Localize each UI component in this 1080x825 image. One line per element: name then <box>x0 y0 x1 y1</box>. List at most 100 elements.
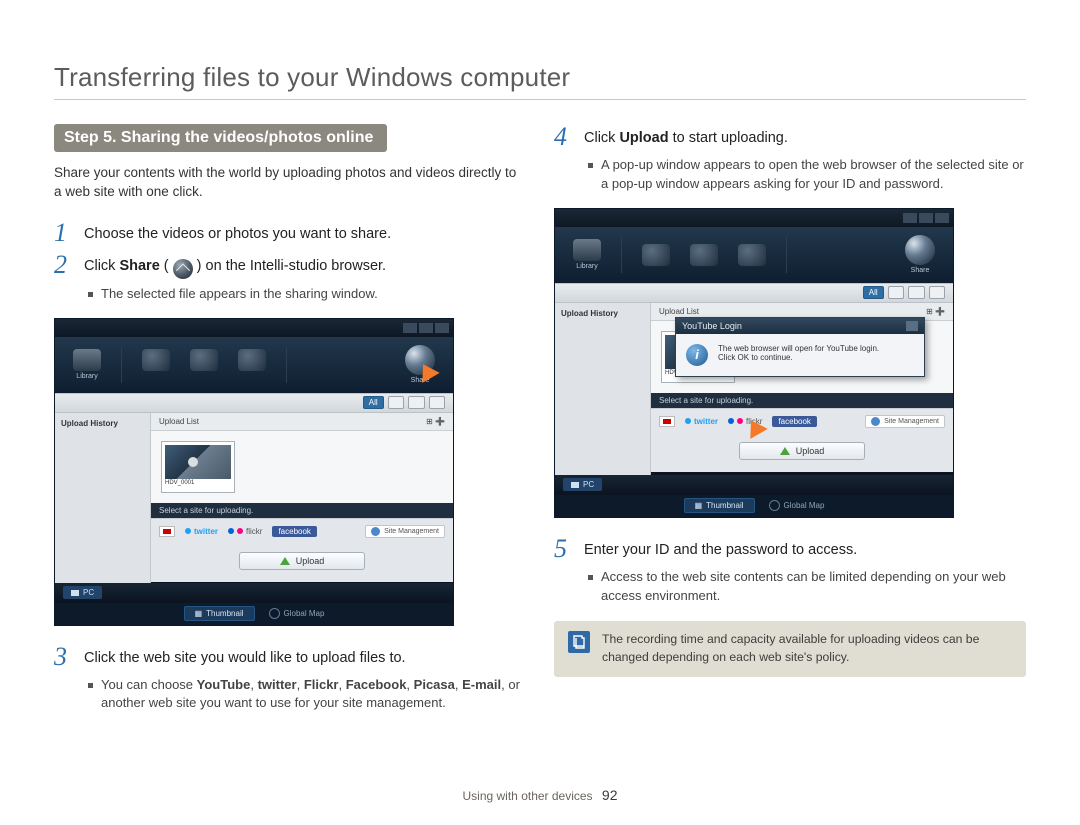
pc-tag[interactable]: PC <box>563 478 602 491</box>
site-management-button[interactable]: Site Management <box>865 415 945 428</box>
site-facebook[interactable]: facebook <box>772 416 816 427</box>
flickr-dot-icon <box>228 528 234 534</box>
toolbar-share[interactable]: Share <box>405 345 435 384</box>
toolbar-label <box>251 373 253 380</box>
toolbar-separator <box>121 347 122 383</box>
upload-row: Upload <box>151 544 453 582</box>
toolbar-share[interactable]: Share <box>905 235 935 274</box>
site-facebook[interactable]: facebook <box>272 526 316 537</box>
twitter-icon <box>185 528 191 534</box>
thumbnail-caption: HDV_0001 <box>165 479 231 489</box>
library-icon <box>73 349 101 371</box>
bullet-list: A pop-up window appears to open the web … <box>588 156 1026 194</box>
bullet-dot-icon <box>588 575 593 580</box>
site-flickr[interactable]: flickr <box>228 527 262 536</box>
sidebar: Upload History <box>555 303 651 475</box>
filter-pill[interactable] <box>908 286 924 299</box>
app-footer: PC <box>55 583 453 603</box>
toolbar-separator <box>786 237 787 273</box>
filter-all-pill[interactable]: All <box>363 396 384 409</box>
site-youtube[interactable] <box>659 416 675 427</box>
two-column-layout: Step 5. Sharing the videos/photos online… <box>54 124 1026 727</box>
toolbar-item[interactable] <box>642 244 670 266</box>
filter-pill[interactable] <box>929 286 945 299</box>
text-frag: , <box>406 677 413 692</box>
page-number: 92 <box>602 787 618 803</box>
toolbar-label <box>203 373 205 380</box>
toolbar-item[interactable] <box>738 244 766 266</box>
minimize-icon[interactable] <box>403 323 417 333</box>
toolbar-item[interactable] <box>238 349 266 380</box>
site-youtube[interactable] <box>159 526 175 537</box>
thumbnail-view-button[interactable]: ▦ Thumbnail <box>184 606 255 621</box>
filter-bar: All <box>55 393 453 413</box>
site-label: flickr <box>246 527 262 536</box>
globe-icon <box>371 527 380 536</box>
step-text: Choose the videos or photos you want to … <box>84 220 391 245</box>
text-frag: , <box>297 677 304 692</box>
note-box: The recording time and capacity availabl… <box>554 621 1026 676</box>
close-icon[interactable] <box>935 213 949 223</box>
dialog-title-text: YouTube Login <box>682 321 742 331</box>
main-panel: Upload List ⊞ ➕ HDV_0001 Select a site f… <box>151 413 453 583</box>
filter-all-pill[interactable]: All <box>863 286 884 299</box>
text-frag: , <box>250 677 257 692</box>
toolbar-library[interactable]: Library <box>73 349 101 380</box>
toolbar-library[interactable]: Library <box>573 239 601 270</box>
toolbar-item[interactable] <box>690 244 718 266</box>
global-map-link[interactable]: Global Map <box>269 608 325 619</box>
upload-arrow-icon <box>780 447 790 455</box>
upload-button[interactable]: Upload <box>239 552 366 570</box>
dialog-close-icon[interactable] <box>906 321 918 331</box>
flickr-dot-icon <box>737 418 743 424</box>
window-titlebar <box>55 319 453 337</box>
toolbar-item[interactable] <box>142 349 170 380</box>
maximize-icon[interactable] <box>919 213 933 223</box>
bullet-dot-icon <box>88 292 93 297</box>
left-column: Step 5. Sharing the videos/photos online… <box>54 124 526 727</box>
app-bottombar: ▦ Thumbnail Global Map <box>55 603 453 625</box>
bullet-list: Access to the web site contents can be l… <box>588 568 1026 606</box>
close-icon[interactable] <box>435 323 449 333</box>
filter-pill[interactable] <box>888 286 904 299</box>
dialog-line: Click OK to continue. <box>718 353 879 362</box>
step-text: Enter your ID and the password to access… <box>584 536 857 561</box>
toolbar-label: Library <box>76 373 97 380</box>
tool-icon <box>738 244 766 266</box>
app-toolbar: Library Share <box>55 337 453 393</box>
site-group: twitter flickr facebook <box>159 526 317 537</box>
site-twitter[interactable]: twitter <box>185 527 218 536</box>
filter-pill[interactable] <box>408 396 424 409</box>
video-thumbnail[interactable]: HDV_0001 <box>161 441 235 493</box>
sidebar-title: Upload History <box>561 309 644 318</box>
youtube-icon <box>159 526 175 537</box>
site-twitter[interactable]: twitter <box>685 417 718 426</box>
step-number: 4 <box>554 124 574 150</box>
select-site-bar: Select a site for uploading. <box>151 503 453 518</box>
site-name: Flickr <box>304 677 339 692</box>
global-map-link[interactable]: Global Map <box>769 500 825 511</box>
maximize-icon[interactable] <box>419 323 433 333</box>
bb-label: Global Map <box>284 609 325 618</box>
pc-tag[interactable]: PC <box>63 586 102 599</box>
step-item-3: 3 Click the web site you would like to u… <box>54 644 526 670</box>
upload-button[interactable]: Upload <box>739 442 866 460</box>
minimize-icon[interactable] <box>903 213 917 223</box>
sidebar-title: Upload History <box>61 419 144 428</box>
step-number: 1 <box>54 220 74 246</box>
filter-pill[interactable] <box>388 396 404 409</box>
bullet-item: You can choose YouTube, twitter, Flickr,… <box>88 676 526 714</box>
globe-icon <box>871 417 880 426</box>
toolbar-item[interactable] <box>190 349 218 380</box>
site-management-button[interactable]: Site Management <box>365 525 445 538</box>
thumbnail-view-button[interactable]: ▦ Thumbnail <box>684 498 755 513</box>
title-rule <box>54 99 1026 100</box>
window-titlebar <box>555 209 953 227</box>
info-icon <box>686 344 708 366</box>
step-number: 3 <box>54 644 74 670</box>
app-bottombar: ▦ Thumbnail Global Map <box>555 495 953 517</box>
bullet-text: The selected file appears in the sharing… <box>101 285 378 304</box>
upload-row: Upload <box>651 434 953 472</box>
dialog-body: The web browser will open for YouTube lo… <box>676 334 924 376</box>
filter-pill[interactable] <box>429 396 445 409</box>
